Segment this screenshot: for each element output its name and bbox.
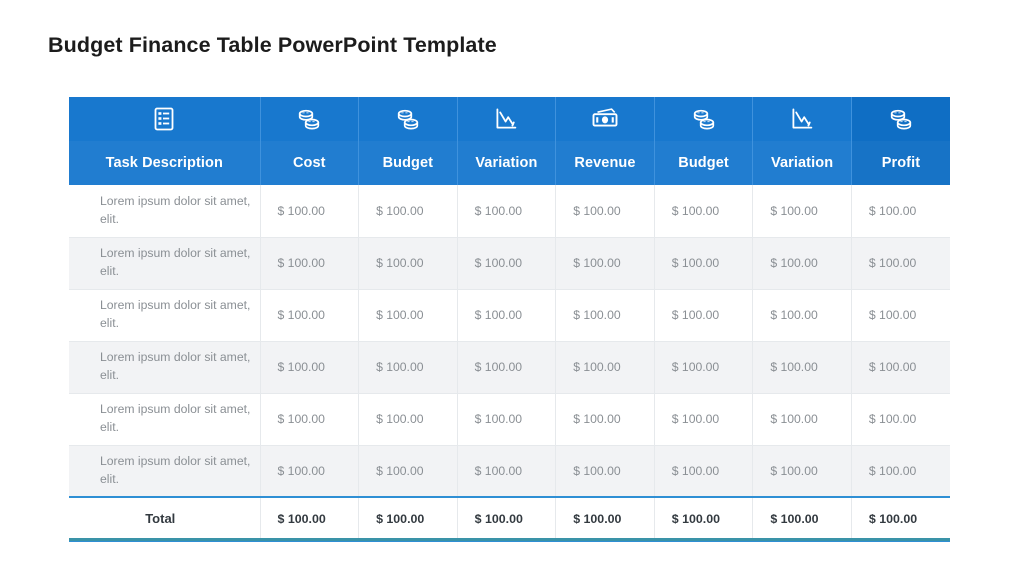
cell-amount: $ 100.00 [752, 445, 852, 498]
column-header-profit-7[interactable]: Profit [851, 97, 950, 185]
column-header-task-description-0[interactable]: Task Description [69, 97, 261, 185]
total-amount: $ 100.00 [851, 496, 950, 542]
cell-amount: $ 100.00 [260, 341, 360, 394]
cell-amount: $ 100.00 [752, 393, 852, 446]
table-row[interactable]: Lorem ipsum dolor sit amet, elit. $ 100.0… [69, 185, 950, 238]
total-amount: $ 100.00 [260, 496, 360, 542]
cell-amount: $ 100.00 [555, 237, 655, 290]
column-header-budget-2[interactable]: Budget [358, 97, 458, 185]
cell-amount: $ 100.00 [457, 237, 557, 290]
table-row[interactable]: Lorem ipsum dolor sit amet, elit. $ 100.0… [69, 445, 950, 498]
cell-amount: $ 100.00 [555, 185, 655, 238]
total-amount: $ 100.00 [654, 496, 754, 542]
banknote-icon [556, 97, 654, 141]
cell-amount: $ 100.00 [260, 289, 360, 342]
column-header-label: Variation [753, 141, 851, 185]
column-header-revenue-4[interactable]: Revenue [555, 97, 655, 185]
cell-amount: $ 100.00 [358, 445, 458, 498]
cell-amount: $ 100.00 [555, 445, 655, 498]
cell-amount: $ 100.00 [260, 185, 360, 238]
cell-amount: $ 100.00 [654, 237, 754, 290]
finance-table-container: Task Description Cost Budget Variation Reven… [69, 97, 950, 542]
total-amount: $ 100.00 [358, 496, 458, 542]
column-header-variation-6[interactable]: Variation [752, 97, 852, 185]
cell-task-description: Lorem ipsum dolor sit amet, elit. [69, 341, 261, 394]
cell-amount: $ 100.00 [457, 445, 557, 498]
cell-task-description: Lorem ipsum dolor sit amet, elit. [69, 289, 261, 342]
cell-amount: $ 100.00 [752, 237, 852, 290]
cell-amount: $ 100.00 [358, 289, 458, 342]
table-row[interactable]: Lorem ipsum dolor sit amet, elit. $ 100.0… [69, 393, 950, 446]
page-title: Budget Finance Table PowerPoint Template [48, 33, 497, 57]
cell-amount: $ 100.00 [260, 237, 360, 290]
cell-amount: $ 100.00 [358, 237, 458, 290]
column-header-label: Cost [260, 141, 359, 185]
cell-task-description: Lorem ipsum dolor sit amet, elit. [69, 445, 261, 498]
column-header-cost-1[interactable]: Cost [260, 97, 360, 185]
cell-amount: $ 100.00 [752, 341, 852, 394]
cell-amount: $ 100.00 [457, 289, 557, 342]
cell-amount: $ 100.00 [555, 289, 655, 342]
bottom-accent-bar [69, 538, 950, 541]
cell-amount: $ 100.00 [654, 445, 754, 498]
column-header-label: Profit [852, 141, 950, 185]
budget-finance-table: Task Description Cost Budget Variation Reven… [69, 97, 950, 542]
column-header-label: Revenue [556, 141, 654, 185]
table-body: Lorem ipsum dolor sit amet, elit. $ 100.0… [69, 185, 950, 542]
checklist-icon [69, 97, 260, 141]
cell-task-description: Lorem ipsum dolor sit amet, elit. [69, 393, 261, 446]
cell-amount: $ 100.00 [457, 393, 557, 446]
column-header-budget-5[interactable]: Budget [654, 97, 754, 185]
column-header-variation-3[interactable]: Variation [457, 97, 557, 185]
total-amount: $ 100.00 [752, 496, 852, 542]
column-header-label: Budget [359, 141, 457, 185]
table-row[interactable]: Lorem ipsum dolor sit amet, elit. $ 100.0… [69, 237, 950, 290]
cell-amount: $ 100.00 [654, 289, 754, 342]
cell-amount: $ 100.00 [851, 393, 950, 446]
column-header-label: Task Description [69, 141, 260, 185]
cell-amount: $ 100.00 [260, 445, 360, 498]
line-chart-icon [753, 97, 851, 141]
cell-amount: $ 100.00 [457, 341, 557, 394]
cell-amount: $ 100.00 [358, 185, 458, 238]
cell-amount: $ 100.00 [654, 393, 754, 446]
column-header-label: Budget [654, 141, 753, 185]
table-total-row: Total $ 100.00 $ 100.00 $ 100.00 $ 100.00 $ 1… [69, 496, 950, 542]
cell-amount: $ 100.00 [851, 237, 950, 290]
cell-amount: $ 100.00 [457, 185, 557, 238]
table-row[interactable]: Lorem ipsum dolor sit amet, elit. $ 100.0… [69, 289, 950, 342]
total-label: Total [69, 496, 261, 542]
cell-amount: $ 100.00 [851, 289, 950, 342]
slide-canvas: Budget Finance Table PowerPoint Template… [0, 0, 1024, 576]
cell-amount: $ 100.00 [851, 445, 950, 498]
column-header-label: Variation [457, 141, 556, 185]
cell-amount: $ 100.00 [851, 185, 950, 238]
table-row[interactable]: Lorem ipsum dolor sit amet, elit. $ 100.0… [69, 341, 950, 394]
cell-amount: $ 100.00 [260, 393, 360, 446]
table-header-row: Task Description Cost Budget Variation Reven… [69, 97, 950, 185]
total-amount: $ 100.00 [555, 496, 655, 542]
coins-icon [359, 97, 457, 141]
cell-task-description: Lorem ipsum dolor sit amet, elit. [69, 237, 261, 290]
total-amount: $ 100.00 [457, 496, 557, 542]
cell-amount: $ 100.00 [851, 341, 950, 394]
coins-icon [261, 97, 359, 141]
cell-amount: $ 100.00 [752, 289, 852, 342]
line-chart-icon [458, 97, 556, 141]
coins-icon [852, 97, 950, 141]
cell-amount: $ 100.00 [358, 341, 458, 394]
table-header: Task Description Cost Budget Variation Reven… [69, 97, 950, 185]
cell-amount: $ 100.00 [555, 341, 655, 394]
cell-amount: $ 100.00 [752, 185, 852, 238]
cell-amount: $ 100.00 [555, 393, 655, 446]
cell-amount: $ 100.00 [654, 341, 754, 394]
coins-icon [655, 97, 753, 141]
cell-task-description: Lorem ipsum dolor sit amet, elit. [69, 185, 261, 238]
cell-amount: $ 100.00 [654, 185, 754, 238]
cell-amount: $ 100.00 [358, 393, 458, 446]
